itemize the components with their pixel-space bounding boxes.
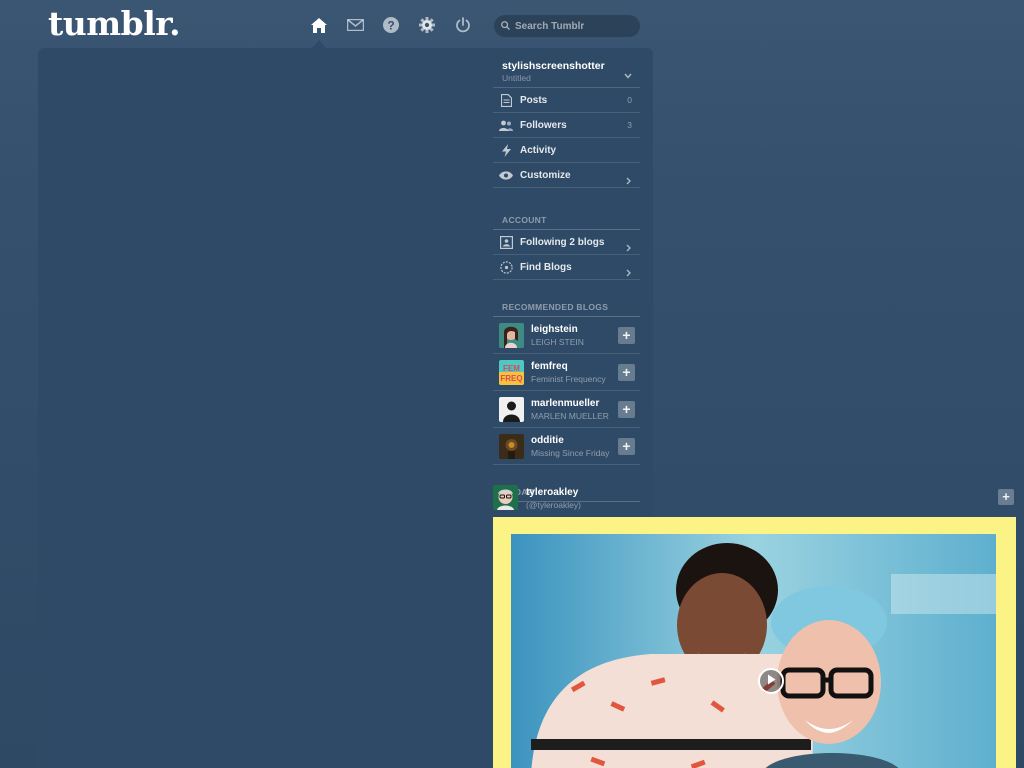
people-icon <box>499 118 513 132</box>
menu-item-label: Posts <box>520 94 548 106</box>
power-icon[interactable] <box>452 14 474 36</box>
menu-item-activity[interactable]: Activity <box>493 138 640 163</box>
chevron-right-icon <box>626 172 631 190</box>
menu-item-label: Customize <box>520 169 571 181</box>
recommended-blog-marlenmueller[interactable]: marlenmueller MARLEN MUELLER + <box>493 391 640 428</box>
blog-title: MARLEN MUELLER <box>531 411 609 421</box>
search-icon <box>501 17 510 35</box>
document-icon <box>499 93 513 107</box>
play-button[interactable] <box>758 668 784 694</box>
follow-button[interactable]: + <box>618 438 635 455</box>
follow-button[interactable]: + <box>998 489 1014 505</box>
menu-item-label: Activity <box>520 144 557 156</box>
following-icon <box>499 235 513 249</box>
search-box[interactable] <box>494 15 640 37</box>
blog-name: marlenmueller <box>531 398 600 409</box>
blog-name: odditie <box>531 435 564 446</box>
recommended-blog-femfreq[interactable]: FEM FREQ femfreq Feminist Frequency + <box>493 354 640 391</box>
femfreq-avatar-text: FREQ <box>500 374 522 383</box>
lightning-icon <box>499 143 513 157</box>
blog-title: LEIGH STEIN <box>531 337 584 347</box>
blog-subtitle: Untitled <box>502 73 531 83</box>
posts-count: 0 <box>627 95 632 105</box>
menu-item-find-blogs[interactable]: Find Blogs <box>493 255 640 280</box>
follow-button[interactable]: + <box>618 364 635 381</box>
blog-name: leighstein <box>531 324 578 335</box>
blog-title: Feminist Frequency <box>531 374 606 384</box>
menu-item-customize[interactable]: Customize <box>493 163 640 188</box>
follow-button[interactable]: + <box>618 401 635 418</box>
account-section-title: ACCOUNT <box>493 210 640 230</box>
avatar <box>493 485 518 510</box>
blog-title: Missing Since Friday <box>531 448 610 458</box>
avatar <box>499 397 524 422</box>
eye-icon <box>499 168 513 182</box>
menu-item-followers[interactable]: Followers 3 <box>493 113 640 138</box>
avatar: FEM FREQ <box>499 360 524 385</box>
svg-text:?: ? <box>387 19 394 33</box>
radar-post[interactable] <box>493 517 1016 768</box>
blog-name: stylishscreenshotter <box>502 60 605 72</box>
play-icon <box>766 672 776 690</box>
menu-item-following[interactable]: Following 2 blogs <box>493 230 640 255</box>
tumblr-logo[interactable]: tumblr. <box>48 4 181 43</box>
avatar <box>499 323 524 348</box>
menu-item-label: Following 2 blogs <box>520 236 605 248</box>
recommended-section-title: RECOMMENDED BLOGS <box>493 297 640 317</box>
chevron-down-icon <box>624 66 632 84</box>
avatar <box>499 434 524 459</box>
blog-name: femfreq <box>531 361 568 372</box>
compass-icon <box>499 260 513 274</box>
menu-item-posts[interactable]: Posts 0 <box>493 88 640 113</box>
followers-count: 3 <box>627 120 632 130</box>
radar-blog[interactable]: tyleroakley (@tyleroakley) + <box>493 480 1017 516</box>
follow-button[interactable]: + <box>618 327 635 344</box>
menu-item-label: Find Blogs <box>520 261 572 273</box>
home-icon[interactable] <box>308 14 330 36</box>
sidebar: stylishscreenshotter Untitled Posts 0 Fo… <box>493 48 640 502</box>
radar-video-thumbnail <box>511 534 996 768</box>
gear-icon[interactable] <box>416 14 438 36</box>
menu-item-label: Followers <box>520 119 567 131</box>
recommended-blog-leighstein[interactable]: leighstein LEIGH STEIN + <box>493 317 640 354</box>
recommended-blog-odditie[interactable]: odditie Missing Since Friday + <box>493 428 640 465</box>
chevron-right-icon <box>626 264 631 282</box>
blog-title: (@tyleroakley) <box>526 500 581 510</box>
femfreq-avatar-text: FEM <box>503 364 520 373</box>
blog-switcher[interactable]: stylishscreenshotter Untitled <box>493 48 640 88</box>
help-icon[interactable]: ? <box>380 14 402 36</box>
mail-icon[interactable] <box>344 14 366 36</box>
blog-name: tyleroakley <box>526 487 579 498</box>
search-input[interactable] <box>515 20 635 32</box>
